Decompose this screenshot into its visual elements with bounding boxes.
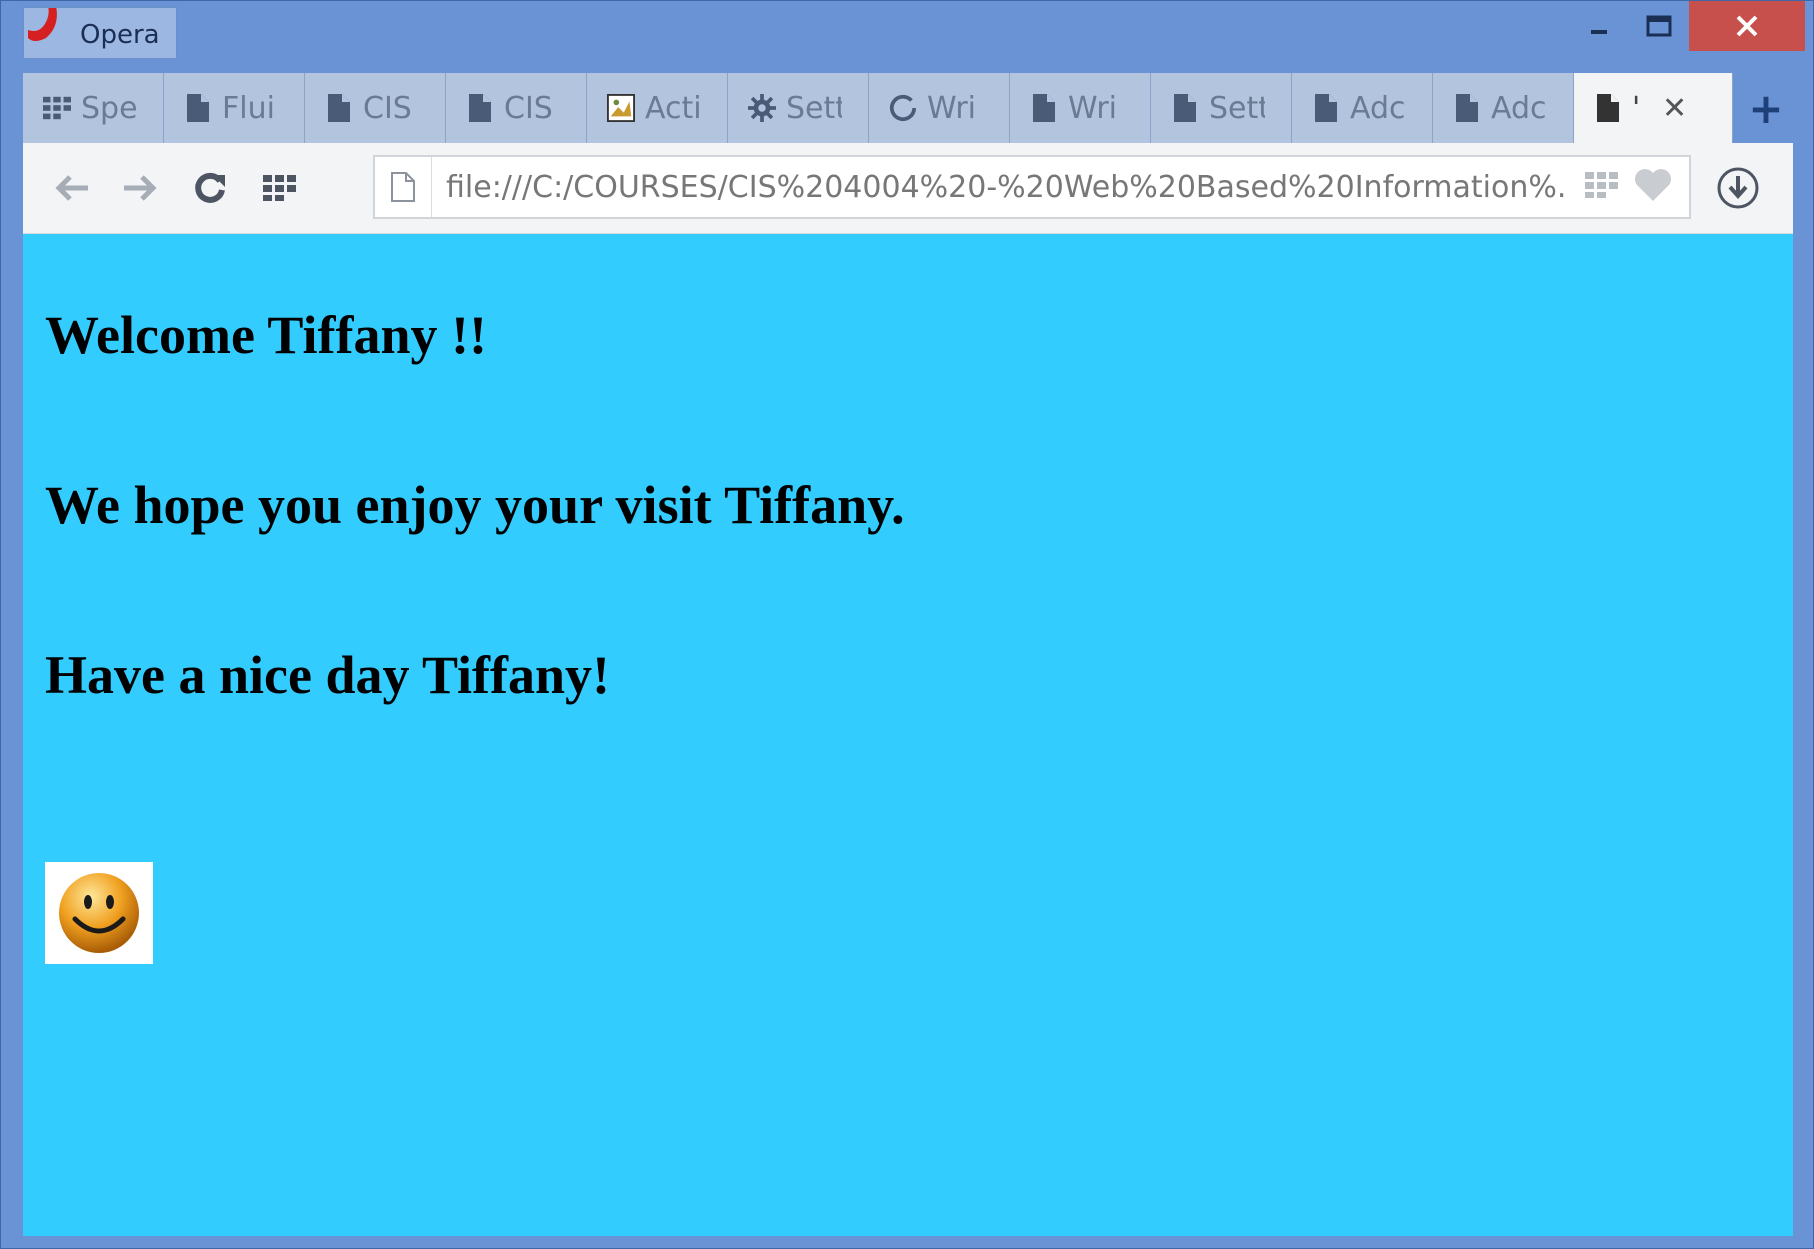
loading-icon bbox=[889, 93, 917, 123]
tab-cis-2[interactable]: CIS bbox=[446, 73, 587, 143]
address-bar-actions bbox=[1585, 168, 1689, 206]
tab-label: Flui bbox=[222, 90, 275, 126]
navigation-toolbar: file:///C:/COURSES/CIS%204004%20-%20Web%… bbox=[23, 143, 1793, 234]
tab-activity[interactable]: Acti bbox=[587, 73, 728, 143]
page-icon bbox=[1171, 93, 1199, 123]
tab-settings-1[interactable]: Sett bbox=[728, 73, 869, 143]
page-icon bbox=[1594, 93, 1622, 123]
tab-active[interactable]: ' ✕ bbox=[1574, 73, 1733, 143]
page-icon bbox=[1453, 93, 1481, 123]
tab-label: Sett bbox=[786, 90, 842, 126]
tab-label: Spe bbox=[81, 90, 137, 126]
browser-window: Opera Spe Flui CIS CIS Acti Sett Wri Wri… bbox=[0, 0, 1814, 1249]
smiley-image bbox=[45, 862, 153, 964]
window-controls bbox=[1569, 1, 1813, 59]
image-icon bbox=[607, 93, 635, 123]
tab-label: ' bbox=[1632, 90, 1641, 126]
reload-icon bbox=[195, 172, 225, 203]
maximize-button[interactable] bbox=[1629, 1, 1689, 51]
page-info-icon[interactable] bbox=[375, 157, 432, 217]
tab-label: Wri bbox=[927, 90, 976, 126]
speed-dial-icon bbox=[263, 175, 296, 201]
tab-label: CIS bbox=[504, 90, 553, 126]
page-icon bbox=[1030, 93, 1058, 123]
tab-label: Sett bbox=[1209, 90, 1265, 126]
new-tab-button[interactable]: + bbox=[1733, 73, 1799, 143]
speed-dial-button[interactable] bbox=[255, 165, 305, 211]
tab-speed-dial[interactable]: Spe bbox=[23, 73, 164, 143]
tab-label: CIS bbox=[363, 90, 412, 126]
downloads-button[interactable] bbox=[1713, 163, 1763, 213]
tab-add-2[interactable]: Adc bbox=[1433, 73, 1574, 143]
minimize-button[interactable] bbox=[1569, 1, 1629, 51]
arrow-right-icon bbox=[124, 175, 157, 201]
reload-button[interactable] bbox=[185, 165, 235, 211]
arrow-left-icon bbox=[55, 175, 88, 201]
close-window-button[interactable] bbox=[1689, 1, 1805, 51]
download-icon bbox=[1717, 167, 1759, 209]
url-text[interactable]: file:///C:/COURSES/CIS%204004%20-%20Web%… bbox=[432, 170, 1585, 205]
tab-strip: Spe Flui CIS CIS Acti Sett Wri Wri Sett … bbox=[23, 73, 1793, 143]
heart-icon[interactable] bbox=[1633, 168, 1673, 206]
gear-icon bbox=[748, 93, 776, 123]
tab-write-2[interactable]: Wri bbox=[1010, 73, 1151, 143]
app-title: Opera bbox=[80, 20, 160, 50]
welcome-heading: Welcome Tiffany !! bbox=[45, 305, 487, 365]
address-bar[interactable]: file:///C:/COURSES/CIS%204004%20-%20Web%… bbox=[373, 155, 1691, 219]
tab-label: Wri bbox=[1068, 90, 1117, 126]
add-to-speed-dial-icon[interactable] bbox=[1585, 172, 1619, 202]
speed-dial-icon bbox=[43, 93, 71, 123]
title-bar: Opera bbox=[1, 1, 1813, 69]
back-button[interactable] bbox=[47, 165, 97, 211]
tab-label: Adc bbox=[1350, 90, 1406, 126]
tab-write-1[interactable]: Wri bbox=[869, 73, 1010, 143]
tab-add-1[interactable]: Adc bbox=[1292, 73, 1433, 143]
page-icon bbox=[466, 93, 494, 123]
tab-label: Adc bbox=[1491, 90, 1547, 126]
tab-fluid[interactable]: Flui bbox=[164, 73, 305, 143]
page-content: Welcome Tiffany !! We hope you enjoy you… bbox=[23, 234, 1793, 1236]
tab-label: Acti bbox=[645, 90, 701, 126]
smiley-face-icon bbox=[59, 873, 139, 953]
page-icon bbox=[1312, 93, 1340, 123]
visit-heading: We hope you enjoy your visit Tiffany. bbox=[45, 475, 905, 535]
opera-logo-icon bbox=[26, 6, 66, 48]
tab-cis-1[interactable]: CIS bbox=[305, 73, 446, 143]
opera-menu-button[interactable]: Opera bbox=[23, 6, 177, 59]
forward-button[interactable] bbox=[115, 165, 165, 211]
close-tab-icon[interactable]: ✕ bbox=[1662, 91, 1687, 126]
tab-settings-2[interactable]: Sett bbox=[1151, 73, 1292, 143]
nice-day-heading: Have a nice day Tiffany! bbox=[45, 645, 611, 705]
page-icon bbox=[184, 93, 212, 123]
page-icon bbox=[325, 93, 353, 123]
